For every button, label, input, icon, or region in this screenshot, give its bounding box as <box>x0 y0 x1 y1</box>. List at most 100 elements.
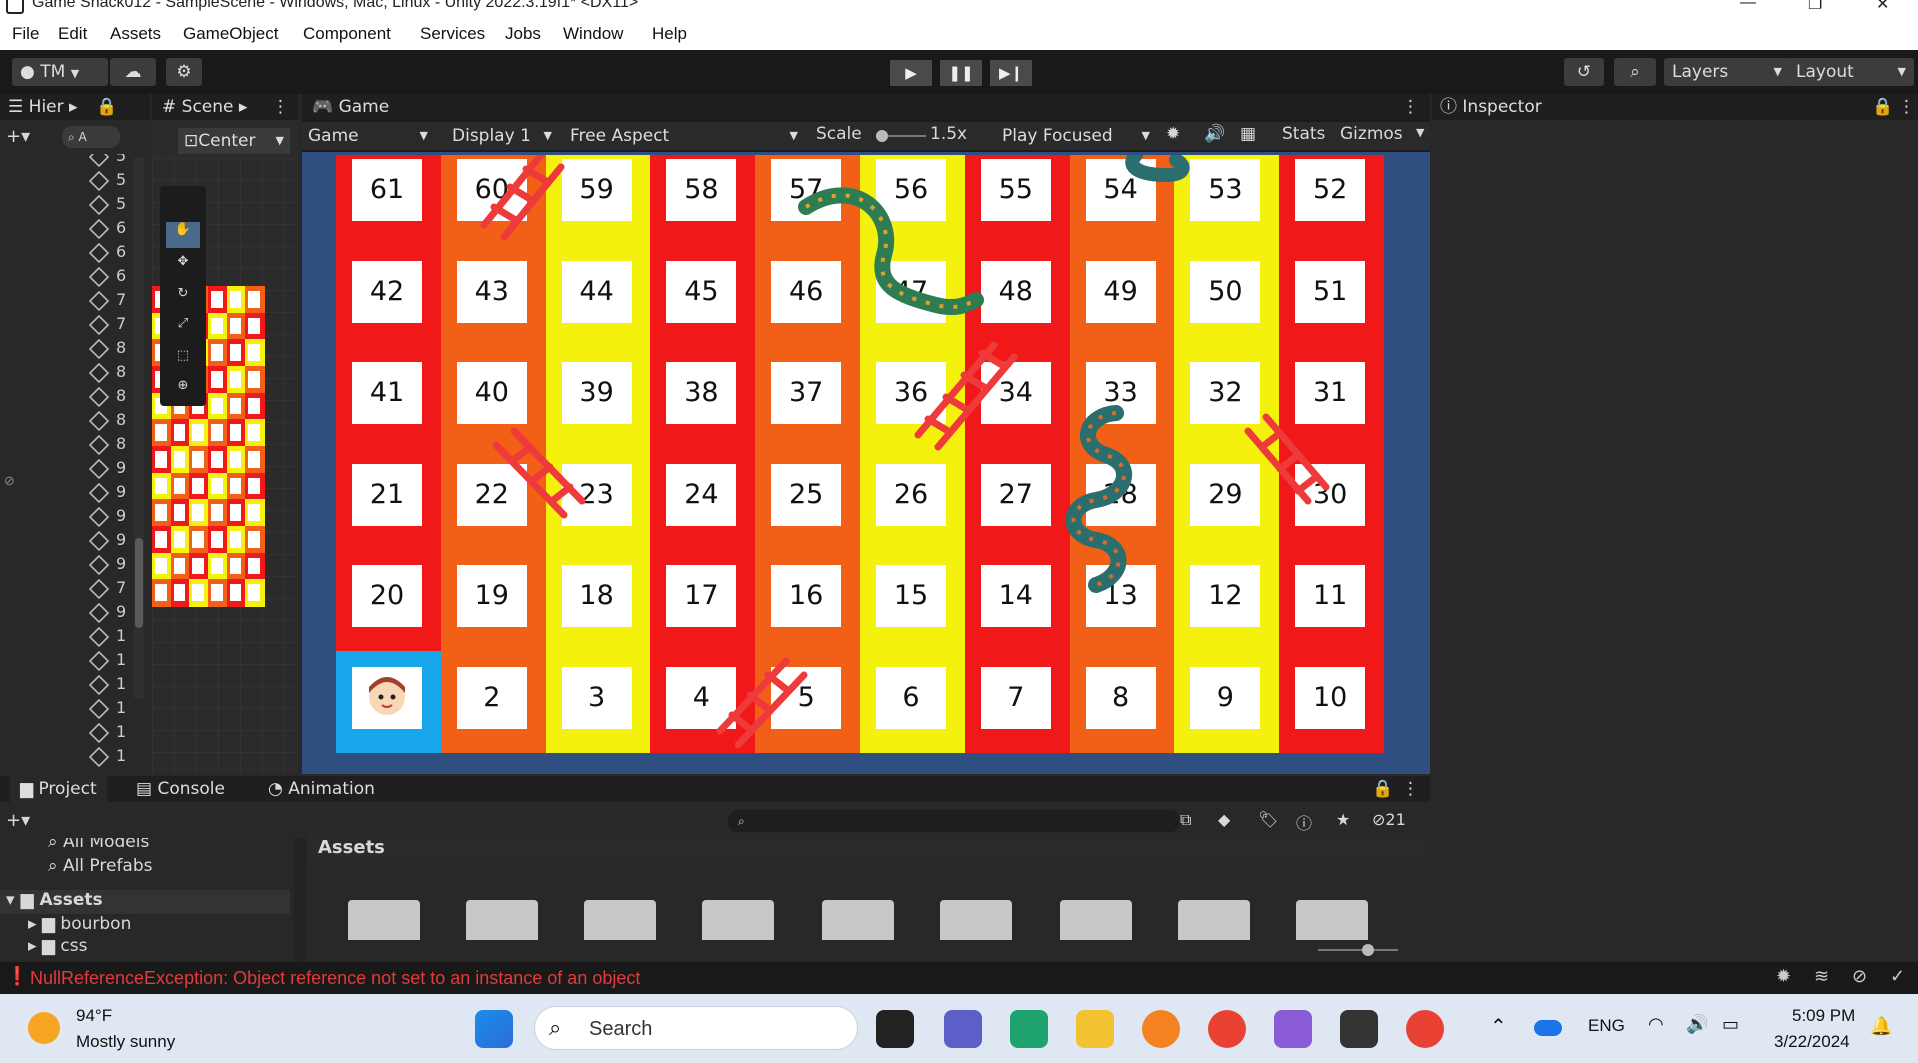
notification-bell-icon[interactable]: 🔔 <box>1870 1016 1892 1037</box>
tab-inspector[interactable]: ⓘ Inspector <box>1440 94 1542 120</box>
hierarchy-row[interactable]: 6 <box>88 242 126 263</box>
folder-icon[interactable] <box>822 900 894 940</box>
folder-icon[interactable] <box>348 900 420 940</box>
pivot-dropdown[interactable]: ⊡Center ▼ <box>178 128 290 154</box>
favorite-star-icon[interactable]: ★ <box>1336 810 1350 829</box>
hierarchy-row[interactable]: 9 <box>88 458 126 479</box>
hierarchy-row[interactable]: 9 <box>88 506 126 527</box>
menu-gameobject[interactable]: GameObject <box>183 24 278 44</box>
rotate-tool-icon[interactable]: ↻ <box>166 286 200 312</box>
create-button[interactable]: +▾ <box>6 810 30 831</box>
auto-gen-lighting-icon[interactable]: ⊘ <box>1852 966 1867 987</box>
hierarchy-row[interactable]: 1 <box>88 674 126 695</box>
favorite-all-models[interactable]: ⌕ All Models <box>48 838 149 852</box>
folder-icon[interactable] <box>1296 900 1368 940</box>
bug-icon[interactable]: ✹ <box>1166 124 1180 144</box>
collab-icon[interactable]: ⚙ <box>166 58 202 86</box>
scale-slider[interactable] <box>876 130 926 142</box>
visibility-hidden-icon[interactable]: ⊘ <box>4 474 24 494</box>
hierarchy-scrollbar[interactable] <box>134 158 144 698</box>
hierarchy-row[interactable]: 9 <box>88 482 126 503</box>
menu-file[interactable]: File <box>12 24 39 44</box>
menu-services[interactable]: Services <box>420 24 485 44</box>
clock-date[interactable]: 3/22/2024 <box>1774 1032 1850 1052</box>
menu-window[interactable]: Window <box>563 24 623 44</box>
step-button[interactable]: ▶❙ <box>990 60 1032 86</box>
play-button[interactable]: ▶ <box>890 60 932 86</box>
chrome-icon[interactable] <box>1208 1010 1246 1048</box>
file-explorer-icon[interactable] <box>1076 1010 1114 1048</box>
folder-icon[interactable] <box>702 900 774 940</box>
hierarchy-row[interactable]: 8 <box>88 362 126 383</box>
layers-dropdown[interactable]: Layers ▼ <box>1664 58 1790 86</box>
issue-icon[interactable]: ⓘ <box>1296 810 1312 834</box>
hierarchy-row[interactable]: 9 <box>88 554 126 575</box>
more-icon[interactable]: ⋮ <box>1402 776 1419 802</box>
weather-sun-icon[interactable] <box>28 1012 60 1044</box>
hierarchy-row[interactable]: 8 <box>88 386 126 407</box>
hierarchy-row[interactable]: 8 <box>88 434 126 455</box>
audio-icon[interactable]: 🔊 <box>1204 124 1225 144</box>
check-icon[interactable]: ✓ <box>1890 966 1905 987</box>
grid-icon[interactable]: ▦ <box>1240 124 1256 144</box>
clock-time[interactable]: 5:09 PM <box>1792 1006 1855 1026</box>
hierarchy-row[interactable]: 9 <box>88 530 126 551</box>
search-options-icon[interactable]: ⧉ <box>1180 810 1191 830</box>
folder-icon[interactable] <box>1178 900 1250 940</box>
hierarchy-row[interactable]: 7 <box>88 290 126 311</box>
tab-game[interactable]: 🎮 Game <box>312 94 389 120</box>
hierarchy-row[interactable]: 1 <box>88 746 126 767</box>
hierarchy-row[interactable]: 6 <box>88 218 126 239</box>
more-icon[interactable]: ⋮ <box>272 94 289 120</box>
tree-item-bourbon[interactable]: ▸ ▆ bourbon <box>28 914 131 934</box>
menu-assets[interactable]: Assets <box>110 24 161 44</box>
close-button[interactable]: ✕ <box>1876 0 1889 14</box>
hierarchy-row[interactable]: 5 <box>88 194 126 215</box>
menu-help[interactable]: Help <box>652 24 687 44</box>
hierarchy-row[interactable]: 8 <box>88 338 126 359</box>
unity-icon[interactable] <box>1340 1010 1378 1048</box>
scale-tool-icon[interactable]: ⤢ <box>166 316 200 342</box>
onedrive-icon[interactable] <box>1534 1020 1562 1036</box>
hierarchy-row[interactable]: 1 <box>88 698 126 719</box>
move-tool-icon[interactable]: ✥ <box>166 254 200 280</box>
favorite-all-prefabs[interactable]: ⌕ All Prefabs <box>48 856 153 876</box>
cloud-icon[interactable]: ☁ <box>110 58 156 86</box>
tab-hierarchy[interactable]: ☰ Hier ▸ <box>8 94 78 120</box>
label-icon[interactable]: 🏷 <box>1258 810 1278 829</box>
lock-icon[interactable]: 🔒 <box>96 94 117 120</box>
lock-icon[interactable]: 🔒 <box>1372 776 1393 802</box>
weather-temp[interactable]: 94°F <box>76 1006 112 1026</box>
hierarchy-row[interactable]: 5 <box>88 170 126 191</box>
assets-breadcrumb[interactable]: Assets <box>310 834 1426 862</box>
menu-component[interactable]: Component <box>303 24 391 44</box>
edge-icon[interactable] <box>1010 1010 1048 1048</box>
task-view-icon[interactable] <box>876 1010 914 1048</box>
hierarchy-row[interactable]: 6 <box>88 266 126 287</box>
app-icon[interactable] <box>1142 1010 1180 1048</box>
rect-tool-icon[interactable]: ⬚ <box>166 348 200 374</box>
hierarchy-row[interactable]: 1 <box>88 626 126 647</box>
gizmos-button[interactable]: Gizmos <box>1340 124 1403 144</box>
folder-icon[interactable] <box>584 900 656 940</box>
play-focus-dropdown[interactable]: Play Focused ▼ <box>996 123 1156 149</box>
tab-project[interactable]: ▆ Project <box>10 776 107 802</box>
icon-size-slider[interactable] <box>1318 944 1398 956</box>
hierarchy-search-input[interactable]: ⌕ A <box>62 126 120 148</box>
chrome-profile-icon[interactable] <box>1406 1010 1444 1048</box>
filter-type-icon[interactable]: ◆ <box>1218 810 1230 829</box>
game-mode-dropdown[interactable]: Game ▼ <box>302 123 434 149</box>
tab-console[interactable]: ▤ Console <box>136 776 225 802</box>
scene-viewport[interactable]: ✋ ✥ ↻ ⤢ ⬚ ⊕ <box>152 158 298 774</box>
pause-button[interactable]: ❚❚ <box>940 60 982 86</box>
hierarchy-row[interactable]: 5 <box>88 154 126 167</box>
tree-scrollbar[interactable] <box>294 838 306 962</box>
tab-animation[interactable]: ◔ Animation <box>268 776 375 802</box>
assets-scrollbar[interactable] <box>1408 868 1420 920</box>
volume-icon[interactable]: 🔊 <box>1686 1014 1708 1035</box>
hierarchy-row[interactable]: 1 <box>88 650 126 671</box>
battery-icon[interactable]: ▭ <box>1722 1014 1739 1035</box>
teams-icon[interactable] <box>944 1010 982 1048</box>
minimize-button[interactable]: — <box>1740 0 1756 12</box>
taskbar-search-box[interactable]: ⌕ Search <box>534 1006 858 1050</box>
